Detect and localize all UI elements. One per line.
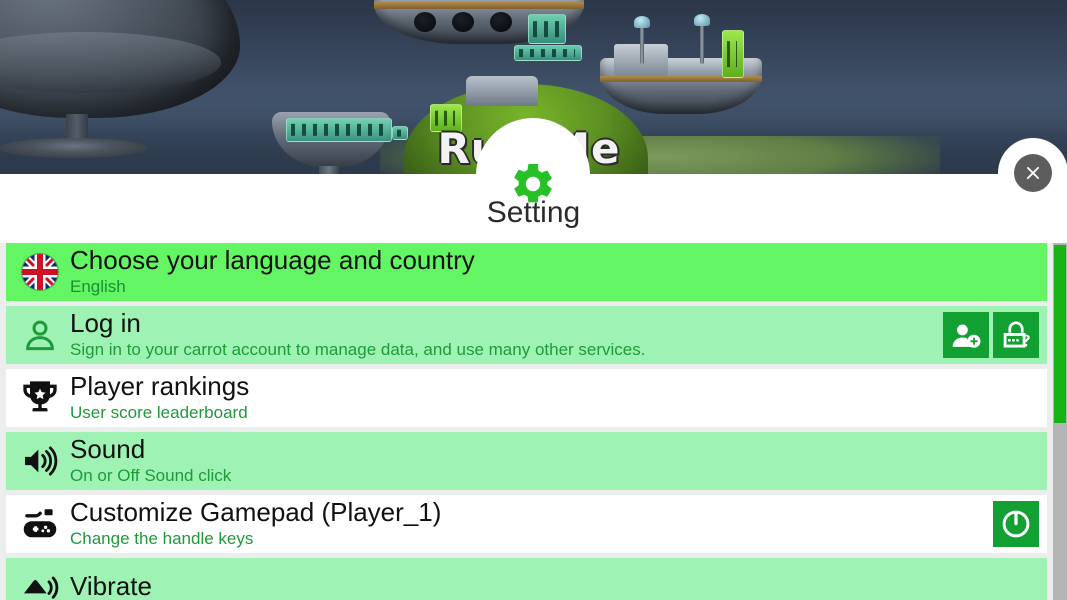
- create-account-button[interactable]: [943, 312, 989, 358]
- lamp-post-right: [694, 14, 710, 64]
- settings-row[interactable]: Choose your language and country English: [6, 243, 1047, 301]
- settings-row-title: Sound: [70, 436, 146, 464]
- settings-row[interactable]: Log in Sign in to your carrot account to …: [6, 306, 1047, 364]
- settings-row-title: Customize Gamepad (Player_1): [70, 499, 442, 527]
- settings-row-text: Choose your language and country English: [66, 247, 1039, 297]
- gamepad-power-toggle[interactable]: [993, 501, 1039, 547]
- page-title: Setting: [486, 196, 581, 229]
- settings-row-actions: [993, 501, 1039, 547]
- settings-row-actions: [943, 312, 1039, 358]
- settings-row[interactable]: Player rankings User score leaderboard: [6, 369, 1047, 427]
- settings-row-text: Customize Gamepad (Player_1) Change the h…: [66, 499, 993, 549]
- settings-row-subtitle: On or Off Sound click: [70, 465, 232, 485]
- settings-row-title: Log in: [70, 310, 141, 338]
- settings-row-text: Vibrate: [66, 573, 1039, 600]
- lamp-post-left: [634, 16, 650, 64]
- settings-row-subtitle: Change the handle keys: [70, 528, 254, 548]
- add-user-icon: [952, 324, 981, 348]
- settings-row[interactable]: Sound On or Off Sound click: [6, 432, 1047, 490]
- uk-flag-icon: [14, 249, 66, 295]
- settings-row-text: Player rankings User score leaderboard: [66, 373, 1039, 423]
- trophy-icon: [14, 375, 66, 421]
- forgot-password-button[interactable]: [993, 312, 1039, 358]
- close-button-circle[interactable]: [1014, 154, 1052, 192]
- scrollbar-thumb[interactable]: [1054, 245, 1066, 423]
- settings-row-text: Log in Sign in to your carrot account to …: [66, 310, 943, 360]
- settings-screen: Run Me Setting Choose your language and …: [0, 0, 1067, 600]
- alien-sign-c: [722, 30, 744, 78]
- uk-flag-icon: [22, 254, 58, 290]
- list-scrollbar[interactable]: [1053, 243, 1067, 600]
- floating-pod-large: [0, 0, 240, 158]
- alien-sign-a: [528, 14, 566, 44]
- gamepad-icon: [14, 501, 66, 547]
- user-outline-icon: [14, 312, 66, 358]
- speaker-icon: [14, 438, 66, 484]
- close-x-icon: [1026, 166, 1040, 180]
- settings-row[interactable]: Customize Gamepad (Player_1) Change the h…: [6, 495, 1047, 553]
- lock-question-icon: [1003, 321, 1030, 348]
- power-icon: [1002, 510, 1030, 538]
- settings-list[interactable]: Choose your language and country English L…: [0, 243, 1053, 600]
- settings-row[interactable]: Vibrate: [6, 558, 1047, 600]
- settings-row-title: Vibrate: [70, 573, 152, 600]
- settings-row-text: Sound On or Off Sound click: [66, 436, 1039, 486]
- settings-row-subtitle: English: [70, 276, 126, 296]
- settings-row-title: Choose your language and country: [70, 247, 475, 275]
- settings-row-subtitle: User score leaderboard: [70, 402, 248, 422]
- alien-sign-d: [286, 118, 392, 142]
- settings-row-subtitle: Sign in to your carrot account to manage…: [70, 339, 646, 359]
- vibrate-icon: [14, 564, 66, 600]
- settings-row-title: Player rankings: [70, 373, 250, 401]
- alien-sign-b: [514, 45, 582, 61]
- hill-cap-structure: [466, 76, 538, 106]
